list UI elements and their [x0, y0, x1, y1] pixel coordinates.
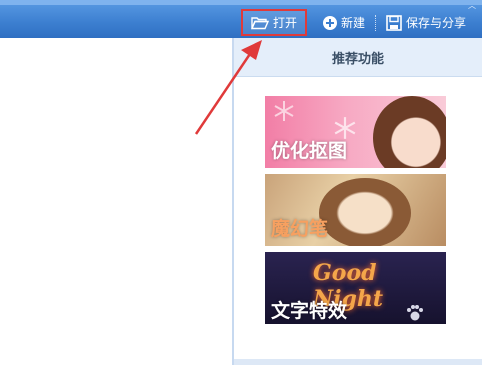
red-arrow-annotation	[194, 40, 262, 135]
